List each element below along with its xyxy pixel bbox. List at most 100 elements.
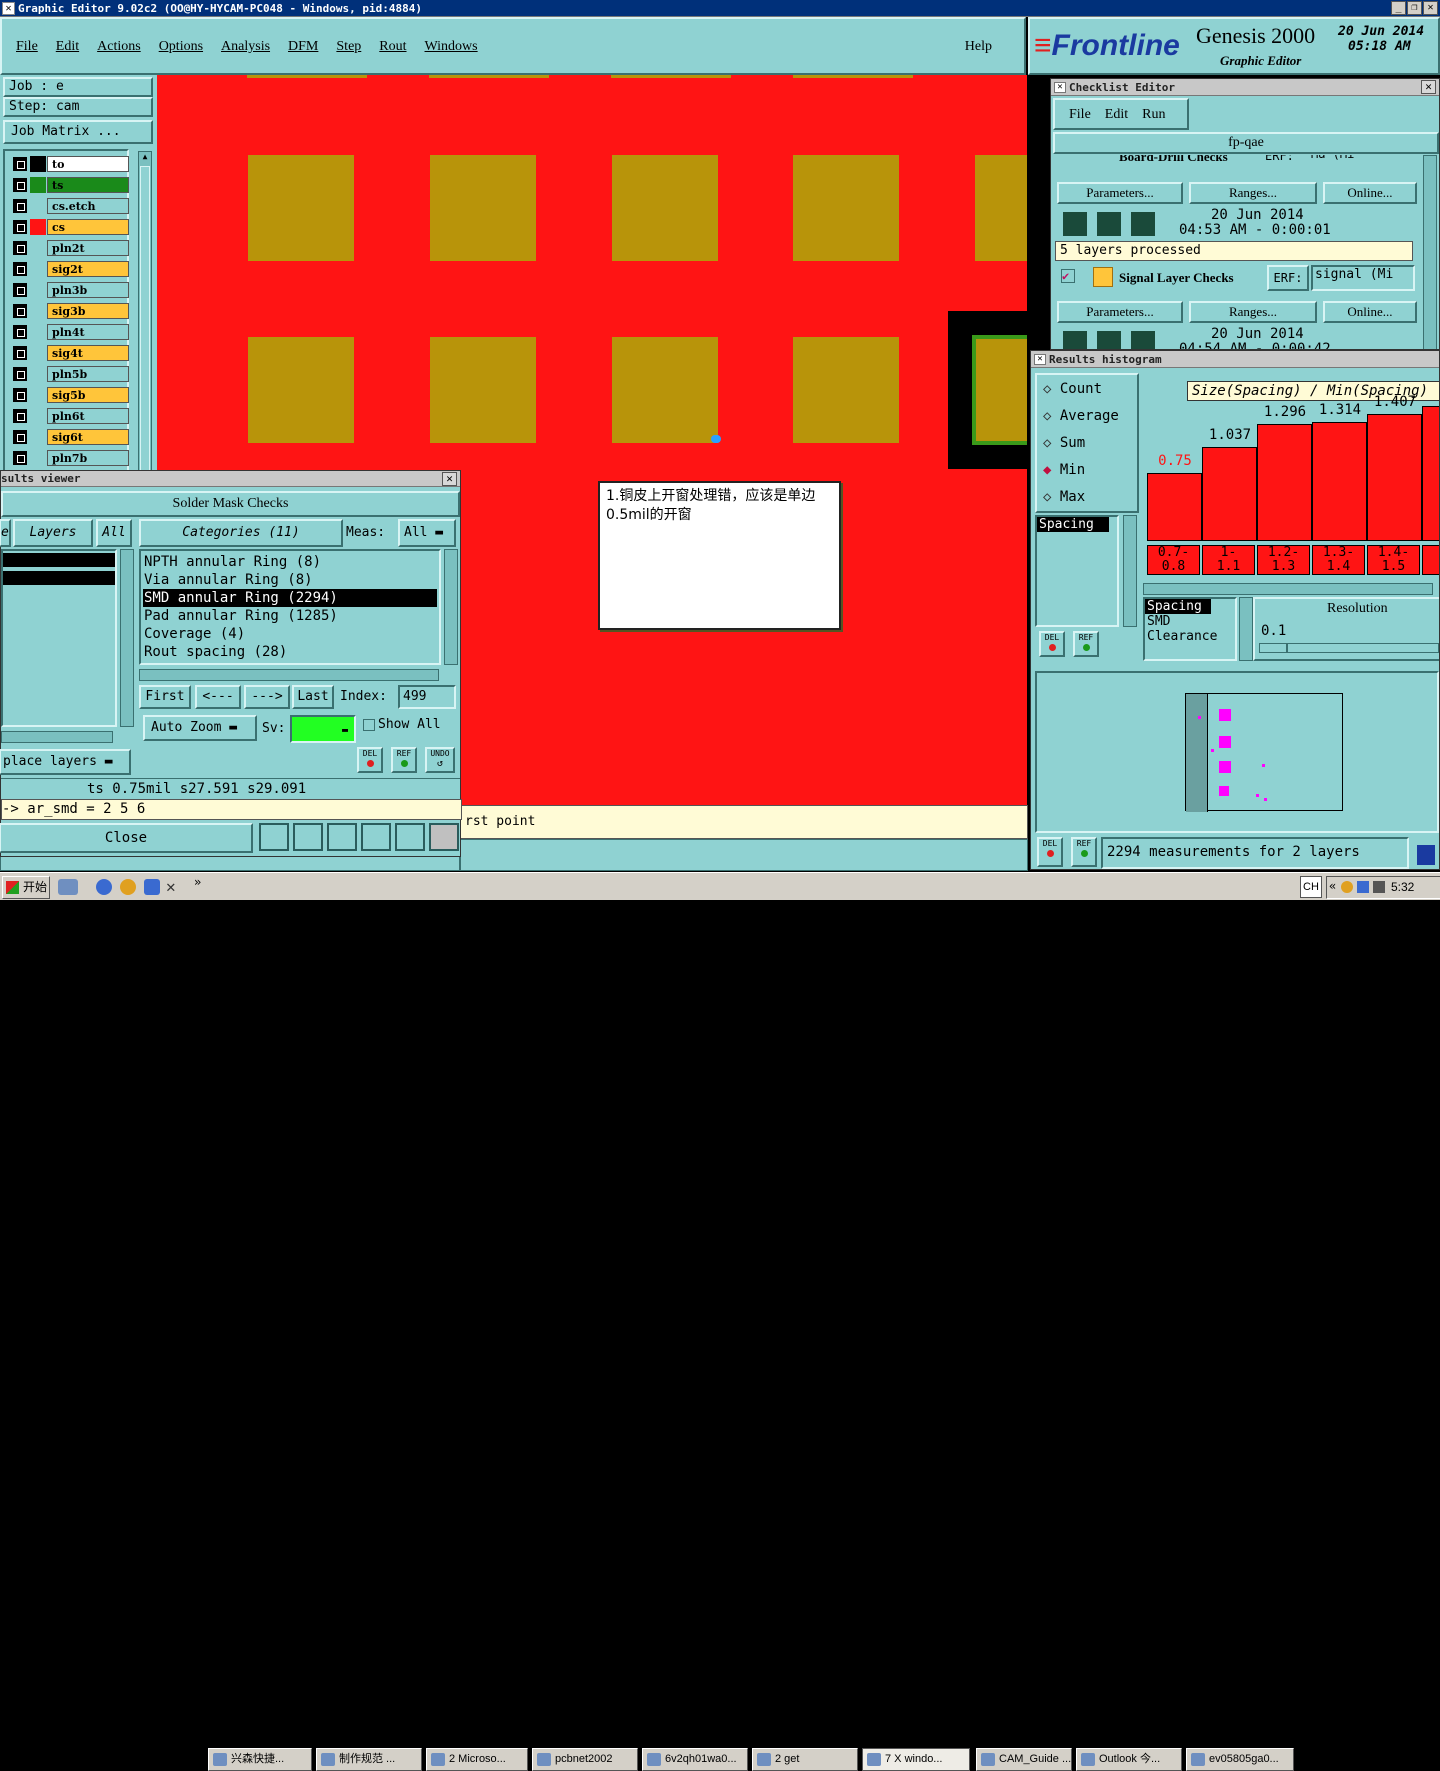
hist-ref-button[interactable]: REF <box>1071 837 1097 867</box>
taskbar-item[interactable]: 7 X windo... <box>862 1748 970 1771</box>
layer-name[interactable]: sig2t <box>47 261 129 277</box>
app-quick-icon[interactable] <box>144 879 160 895</box>
results-close-icon[interactable]: ✕ <box>442 472 457 486</box>
command-line[interactable]: -> ar_smd = 2 5 6 <box>1 799 462 820</box>
taskbar-item[interactable]: 2 get <box>752 1748 858 1771</box>
histogram-bar[interactable] <box>1367 414 1422 541</box>
tool-icon[interactable] <box>327 823 357 851</box>
histogram-bar[interactable] <box>1312 422 1367 541</box>
del-button[interactable]: DEL <box>357 747 383 773</box>
layer-name[interactable]: pln6t <box>47 408 129 424</box>
menu-edit[interactable]: Edit <box>56 39 79 54</box>
layer-color-swatch[interactable] <box>30 177 46 193</box>
check-erf-value[interactable]: signal (Mi <box>1311 265 1415 291</box>
layer-color-swatch[interactable] <box>30 345 46 361</box>
menu-options[interactable]: Options <box>159 39 203 54</box>
layer-row[interactable]: cs <box>11 218 129 235</box>
layer-name[interactable]: to <box>47 156 129 172</box>
layer-checkbox[interactable] <box>13 304 27 318</box>
layer-name[interactable]: pln3b <box>47 282 129 298</box>
layer-checkbox[interactable] <box>13 178 27 192</box>
layers-tab[interactable]: Layers <box>13 519 93 547</box>
layer-name[interactable]: pln7b <box>47 450 129 466</box>
layer-checkbox[interactable] <box>13 220 27 234</box>
layer-color-swatch[interactable] <box>30 198 46 214</box>
layer-checkbox[interactable] <box>13 283 27 297</box>
clock-app-icon[interactable] <box>120 879 136 895</box>
layer-name[interactable]: cs <box>47 219 129 235</box>
layer-name[interactable]: pln4t <box>47 324 129 340</box>
category-hscroll[interactable] <box>139 669 439 681</box>
checklist-scrollbar[interactable] <box>1423 155 1437 349</box>
checklist-close-icon[interactable]: ✕ <box>1421 80 1436 94</box>
histogram-icon[interactable] <box>429 823 459 851</box>
layer-checkbox[interactable] <box>13 409 27 423</box>
taskbar-item[interactable]: 兴森快捷... <box>208 1748 312 1771</box>
layer-row[interactable]: pln7b <box>11 449 129 466</box>
tray-icon[interactable] <box>1341 881 1353 893</box>
taskbar-item[interactable]: 6v2qh01wa0... <box>642 1748 748 1771</box>
stat-option-max[interactable]: ◇ Max <box>1043 489 1085 505</box>
run-icon[interactable] <box>1095 329 1123 349</box>
check-erf-value[interactable]: Ma (Mi <box>1309 155 1413 163</box>
ranges-button[interactable]: Ranges... <box>1189 301 1317 323</box>
run-icon[interactable] <box>1061 210 1089 238</box>
layer-checkbox[interactable] <box>13 430 27 444</box>
run-icon[interactable] <box>1061 329 1089 349</box>
stat-option-min[interactable]: ◆ Min <box>1043 462 1085 478</box>
hist-del-button[interactable]: DEL <box>1037 837 1063 867</box>
layer-row[interactable]: sig4t <box>11 344 129 361</box>
index-field[interactable]: 499 <box>398 685 456 709</box>
replace-layers-select[interactable]: place layers ▬ <box>0 749 131 775</box>
layer-row[interactable]: cs.etch <box>11 197 129 214</box>
layer-name[interactable]: pln2t <box>47 240 129 256</box>
taskbar-item[interactable]: ev05805ga0... <box>1186 1748 1294 1771</box>
clock[interactable]: 5:32 <box>1391 880 1414 894</box>
layer-row[interactable]: pln3b <box>11 281 129 298</box>
category-item[interactable]: Pad annular Ring (1285) <box>143 607 437 625</box>
run-icon[interactable] <box>1129 329 1157 349</box>
tool-icon[interactable] <box>395 823 425 851</box>
layer-row[interactable]: sig3b <box>11 302 129 319</box>
run-icon[interactable] <box>1095 210 1123 238</box>
layer-color-swatch[interactable] <box>30 261 46 277</box>
parameters-button[interactable]: Parameters... <box>1057 182 1183 204</box>
menu-step[interactable]: Step <box>336 39 361 54</box>
layer-row[interactable]: pln6t <box>11 407 129 424</box>
layer-name[interactable]: ts <box>47 177 129 193</box>
layer-color-swatch[interactable] <box>30 156 46 172</box>
layer-row[interactable]: sig6t <box>11 428 129 445</box>
layer-color-swatch[interactable] <box>30 240 46 256</box>
layer-name[interactable]: sig4t <box>47 345 129 361</box>
layer-color-swatch[interactable] <box>30 219 46 235</box>
categories-tab[interactable]: Categories (11) <box>139 519 343 547</box>
ranges-button[interactable]: Ranges... <box>1189 182 1317 204</box>
run-icon[interactable] <box>1129 210 1157 238</box>
layer-color-swatch[interactable] <box>30 366 46 382</box>
stat-option-average[interactable]: ◇ Average <box>1043 408 1119 424</box>
category-item[interactable]: Rout spacing (28) <box>143 643 437 661</box>
layer-checkbox[interactable] <box>13 367 27 381</box>
checklist-menu-file[interactable]: File <box>1069 107 1091 122</box>
layer-row[interactable]: sig5b <box>11 386 129 403</box>
layer-name[interactable]: sig3b <box>47 303 129 319</box>
parameters-button[interactable]: Parameters... <box>1057 301 1183 323</box>
layer-result-scrollbar[interactable] <box>120 549 134 727</box>
first-button[interactable]: First <box>139 685 191 709</box>
type-item[interactable]: Spacing <box>1037 517 1109 532</box>
stat-option-count[interactable]: ◇ Count <box>1043 381 1102 397</box>
radio-diamond-icon[interactable]: ◇ <box>1043 408 1060 424</box>
category-scrollbar[interactable] <box>444 549 458 665</box>
layer-color-swatch[interactable] <box>30 282 46 298</box>
checklist-menu-run[interactable]: Run <box>1142 107 1165 122</box>
histogram-bar[interactable] <box>1202 447 1257 541</box>
layer-name[interactable]: sig6t <box>47 429 129 445</box>
tray-expand-icon[interactable]: « <box>1329 879 1336 893</box>
language-indicator[interactable]: CH <box>1300 876 1322 898</box>
ie-icon[interactable] <box>96 879 112 895</box>
layer-row[interactable]: to <box>11 155 129 172</box>
radio-diamond-icon[interactable]: ◆ <box>1043 462 1060 478</box>
menu-analysis[interactable]: Analysis <box>221 39 270 54</box>
layer-row[interactable]: pln4t <box>11 323 129 340</box>
layer-name[interactable]: cs.etch <box>47 198 129 214</box>
